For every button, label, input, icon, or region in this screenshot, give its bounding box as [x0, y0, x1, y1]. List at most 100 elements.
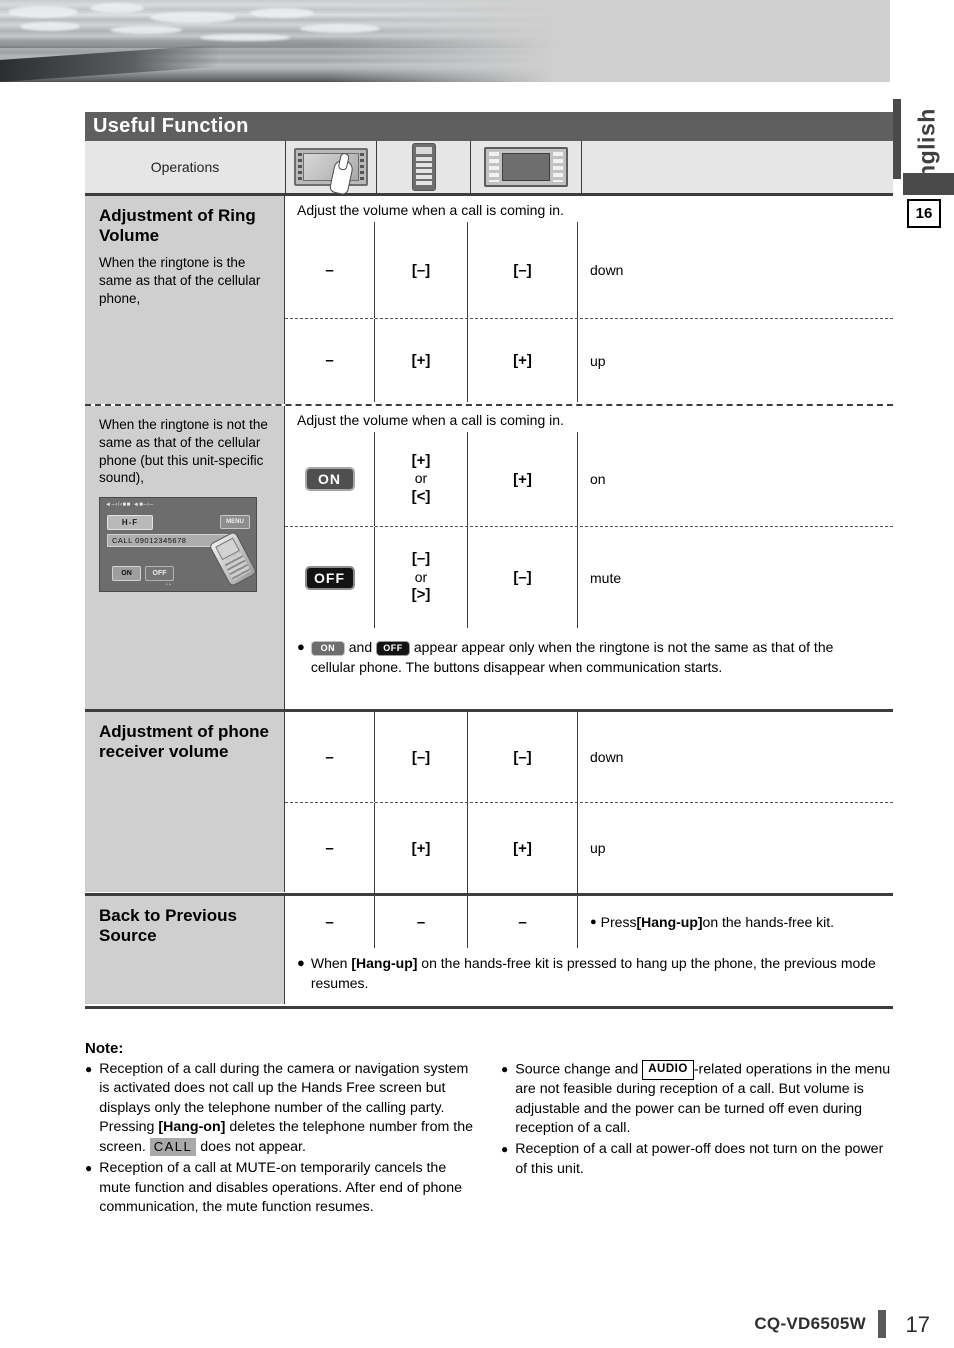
section-label-cell: When the ringtone is not the same as tha…: [85, 406, 285, 709]
off-button[interactable]: OFF: [304, 565, 355, 590]
remote-key-primary: [–]: [411, 550, 431, 567]
note-item: ● Source change and AUDIO -related operat…: [501, 1060, 893, 1138]
bullet-dot: ●: [297, 639, 305, 654]
table-row: OFF [–] or [>] [–] mute: [285, 527, 893, 628]
on-button[interactable]: ON: [304, 467, 355, 491]
result-cell: ● Press [Hang-up] on the hands-free kit.: [578, 896, 893, 948]
touch-cell[interactable]: –: [285, 319, 375, 402]
unit-cell[interactable]: –: [468, 896, 578, 948]
off-pill-badge: OFF: [376, 640, 410, 656]
bullet-dot: ●: [297, 955, 305, 970]
result-text-suffix: on the hands-free kit.: [702, 914, 835, 930]
bullet-dot: ●: [85, 1062, 93, 1076]
touch-cell[interactable]: –: [285, 896, 375, 948]
unit-cell[interactable]: [+]: [468, 319, 578, 402]
remote-cell[interactable]: [–]: [375, 222, 468, 318]
section-heading: Adjustment of Ring Volume: [99, 206, 256, 246]
lcd-menu-button[interactable]: MENU: [220, 515, 250, 530]
result-column-header: [581, 141, 893, 193]
section-ring-volume: Adjustment of Ring Volume When the ringt…: [85, 196, 893, 404]
cloud-shape: [20, 22, 80, 31]
touchscreen-column-header: [285, 141, 376, 196]
lcd-off-button[interactable]: OFF: [145, 566, 174, 582]
remote-key-alternate: [<]: [411, 487, 431, 505]
note-conjunction: and: [348, 639, 373, 655]
unit-cell[interactable]: [+]: [468, 803, 578, 893]
bullet-dot: ●: [590, 916, 597, 928]
lcd-statusbar: ◄–‹/‹■■ ◄■–‹–: [105, 502, 154, 509]
audio-badge: AUDIO: [642, 1060, 694, 1080]
touch-cell[interactable]: –: [285, 222, 375, 318]
cellphone-illustration: [208, 531, 258, 588]
note-bold-1: [Hang-on]: [158, 1119, 226, 1136]
on-pill-badge: ON: [310, 640, 345, 656]
table-row: – [–] [–] down: [285, 222, 893, 319]
remote-cell[interactable]: [–]: [375, 712, 468, 802]
touchscreen-hand-icon: [294, 148, 368, 196]
page-number: 17: [905, 1312, 930, 1337]
unit-cell[interactable]: [–]: [468, 527, 578, 628]
unit-cell[interactable]: [+]: [468, 432, 578, 526]
remote-cell[interactable]: [+] or [<]: [375, 432, 468, 526]
remote-key-separator: or: [414, 470, 428, 487]
result-cell: up: [590, 352, 606, 369]
result-cell: on: [590, 471, 606, 487]
notes-left-column: Note: ● Reception of a call during the c…: [85, 1040, 477, 1220]
notes-title: Note:: [85, 1040, 124, 1057]
section-content: Adjust the volume when a call is coming …: [285, 196, 893, 404]
result-cell: down: [590, 749, 624, 765]
section-ring-volume-unit-sound: When the ringtone is not the same as tha…: [85, 404, 893, 709]
page-title: Useful Function: [93, 115, 249, 137]
table-row: – [+] [+] up: [285, 319, 893, 402]
bullet-text: ON and OFF appear appear only when the r…: [310, 638, 879, 678]
decorative-banner-image: [0, 0, 890, 82]
notes-right-column: ● Source change and AUDIO -related operat…: [501, 1040, 893, 1220]
note-bold: [Hang-up]: [351, 955, 418, 971]
table-row: – – – ● Press [Hang-up] on the hands-fre…: [285, 896, 893, 948]
touch-cell[interactable]: –: [285, 803, 375, 893]
note-text: Source change and AUDIO -related operatio…: [515, 1060, 893, 1138]
lcd-screen-mockup: ◄–‹/‹■■ ◄■–‹– H-F MENU CALL 09012345678 …: [99, 497, 258, 593]
note-part-1: Source change and: [515, 1061, 643, 1078]
note-text: Reception of a call at power-off does no…: [515, 1141, 884, 1177]
result-cell: down: [590, 262, 624, 278]
cloud-shape: [90, 3, 144, 13]
table-header-row: Operations: [85, 141, 893, 196]
section-back-to-previous-source: Back to Previous Source – – – ● Press [H…: [85, 893, 893, 1009]
language-tab-bar: [893, 99, 901, 179]
notes-section: Note: ● Reception of a call during the c…: [85, 1040, 893, 1220]
footer-divider: [878, 1310, 886, 1338]
remote-cell[interactable]: –: [375, 896, 468, 948]
remote-key-separator: or: [414, 568, 428, 585]
section-content: – – – ● Press [Hang-up] on the hands-fre…: [285, 896, 893, 1006]
head-unit-panel-icon: [484, 147, 568, 187]
bullet-dot: ●: [501, 1142, 509, 1157]
section-title-bar: Useful Function: [85, 112, 893, 141]
touch-cell[interactable]: ON: [285, 432, 375, 526]
cloud-shape: [250, 8, 314, 18]
result-cell: up: [590, 840, 606, 856]
unit-cell[interactable]: [–]: [468, 712, 578, 802]
bullet-dot: ●: [501, 1062, 509, 1076]
touch-cell[interactable]: –: [285, 712, 375, 802]
touch-cell[interactable]: OFF: [285, 527, 375, 628]
note-prefix: When: [310, 955, 352, 971]
remote-cell[interactable]: [+]: [375, 319, 468, 402]
shoreline: [0, 44, 220, 82]
cloud-shape: [150, 12, 236, 23]
horizon-line: [0, 46, 560, 48]
remote-key-alternate: [>]: [411, 586, 431, 604]
result-text-prefix: Press: [600, 914, 637, 930]
lcd-handsfree-label: H-F: [107, 515, 153, 531]
chapter-marker-block: [903, 173, 954, 195]
remote-cell[interactable]: [+]: [375, 803, 468, 893]
note-part-3: does not appear.: [196, 1138, 306, 1155]
unit-cell[interactable]: [–]: [468, 222, 578, 318]
remote-cell[interactable]: [–] or [>]: [375, 527, 468, 628]
lcd-on-button[interactable]: ON: [112, 566, 141, 582]
table-row: – [–] [–] down: [285, 712, 893, 803]
note-text: Reception of a call at MUTE-on temporari…: [99, 1160, 463, 1216]
note-item: ● Reception of a call at power-off does …: [501, 1140, 893, 1179]
section-subtext: When the ringtone is not the same as tha…: [99, 417, 268, 486]
cloud-shape: [8, 6, 78, 18]
